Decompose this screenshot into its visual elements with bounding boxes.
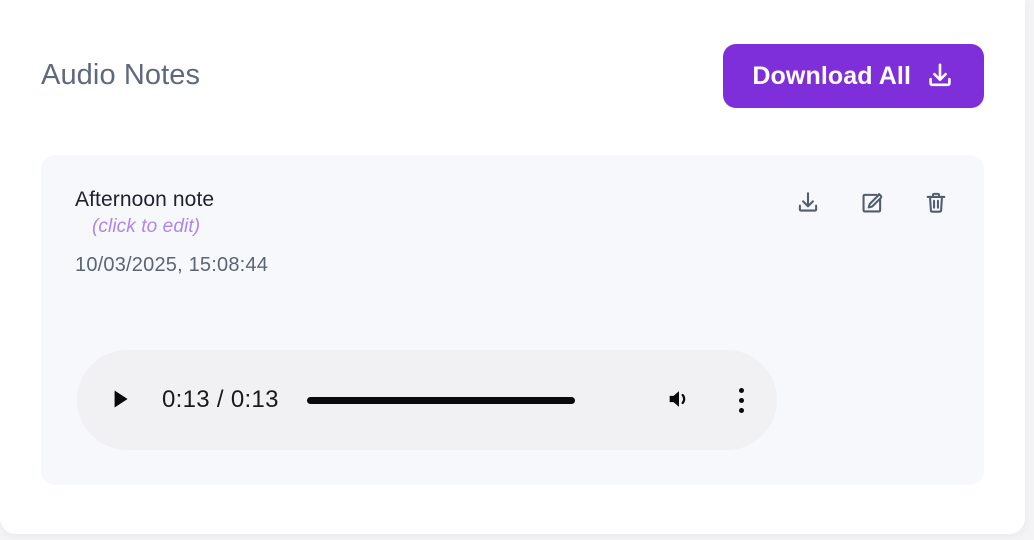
note-header: Afternoon note (click to edit)	[75, 187, 950, 238]
more-vertical-icon-dot	[738, 407, 744, 413]
note-edit-button[interactable]	[858, 189, 886, 217]
audio-player: 0:13 / 0:13	[77, 350, 777, 450]
more-vertical-icon	[738, 387, 744, 393]
trash-icon	[923, 190, 949, 216]
app-panel: Audio Notes Download All Afternoon note …	[0, 0, 1025, 534]
note-edit-hint[interactable]: (click to edit)	[92, 216, 214, 238]
download-all-label: Download All	[752, 61, 911, 90]
note-card: Afternoon note (click to edit) 10/03/202…	[41, 155, 984, 485]
note-delete-button[interactable]	[922, 189, 950, 217]
audio-more-menu-button[interactable]	[729, 384, 753, 416]
audio-time-display: 0:13 / 0:13	[162, 386, 279, 413]
play-icon	[107, 386, 133, 415]
download-icon	[795, 190, 821, 216]
more-vertical-icon-dot	[738, 397, 744, 403]
audio-progress-fill	[306, 396, 575, 404]
audio-play-button[interactable]	[105, 385, 135, 415]
audio-volume-button[interactable]	[663, 384, 695, 416]
note-download-button[interactable]	[794, 189, 822, 217]
note-title[interactable]: Afternoon note	[75, 187, 214, 213]
download-all-button[interactable]: Download All	[723, 44, 984, 108]
download-icon	[925, 61, 955, 91]
page-title: Audio Notes	[41, 59, 201, 92]
edit-icon	[859, 190, 885, 216]
note-timestamp: 10/03/2025, 15:08:44	[75, 254, 269, 276]
page-header: Audio Notes Download All	[41, 44, 984, 108]
note-title-block[interactable]: Afternoon note (click to edit)	[75, 187, 214, 238]
volume-icon	[665, 385, 693, 416]
note-actions	[794, 189, 950, 217]
audio-progress-bar[interactable]	[306, 396, 575, 404]
